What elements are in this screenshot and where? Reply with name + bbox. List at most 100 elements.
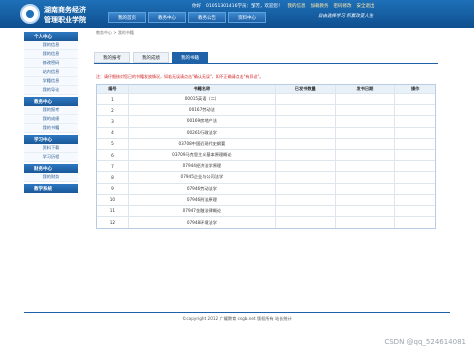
change-password-link[interactable]: 密码修改: [334, 3, 352, 9]
nav-tab-resources[interactable]: 资料中心: [228, 12, 266, 23]
sidebar: 个人中心 我的信息 我的信息 修改密码 站内信息 学籍信息 我的导论 教务中心 …: [24, 32, 78, 195]
row-action-cell[interactable]: [395, 116, 435, 126]
row-action-cell[interactable]: [395, 195, 435, 205]
row-number-cell: 8: [97, 172, 129, 183]
row-number-cell: 1: [97, 94, 129, 105]
issue-date-cell: [336, 194, 396, 205]
tab-my-books[interactable]: 我的书籍: [172, 52, 208, 63]
table-body: 1 00015英语（二） 2 00167劳动法 3 00169房地产法 4 00261行政法学…: [97, 94, 435, 229]
logo-line-1: 湖南商务经济: [44, 5, 86, 14]
table-row: 8 07945企业与公司法学: [97, 172, 435, 184]
sidebar-section-personal: 个人中心 我的信息 我的信息 修改密码 站内信息 学籍信息 我的导论: [24, 32, 78, 95]
row-number-cell: 12: [97, 217, 129, 229]
nav-tab-announcements[interactable]: 教务公告: [188, 12, 226, 23]
book-name-cell: 07946刑法原理: [129, 194, 276, 205]
sidebar-head-teaching[interactable]: 教学系统: [24, 184, 78, 193]
sidebar-item-messages[interactable]: 站内信息: [24, 68, 78, 77]
sidebar-item-change-password[interactable]: 修改密码: [24, 59, 78, 68]
tab-my-grades[interactable]: 我的成绩: [133, 52, 169, 63]
sidebar-section-learning: 学习中心 资料下载 学习历程: [24, 135, 78, 162]
issue-date-cell: [336, 149, 396, 161]
row-number-cell: 11: [97, 205, 129, 217]
row-number-cell: 5: [97, 138, 129, 149]
row-action-cell[interactable]: [395, 184, 435, 194]
row-action-cell[interactable]: [395, 161, 435, 171]
sidebar-item-my-books[interactable]: 我的书籍: [24, 124, 78, 133]
table-row: 1 00015英语（二）: [97, 94, 435, 106]
book-name-cell: 03709马克思主义基本原理概论: [129, 149, 276, 161]
row-action-cell[interactable]: [395, 128, 435, 138]
my-info-link[interactable]: 我的信息: [288, 3, 306, 9]
user-bar: 你好 01051301416学员：邹芳，欢迎您！ 我的信息 加载教务 密码修改 …: [192, 1, 474, 10]
sidebar-item-intro[interactable]: 我的导论: [24, 86, 78, 95]
sidebar-head-learning[interactable]: 学习中心: [24, 135, 78, 144]
logout-link[interactable]: 安全退出: [357, 3, 375, 9]
book-name-cell: 07944经济法学原理: [129, 161, 276, 172]
main-nav: 我的首页 教务中心 教务公告 资料中心: [108, 12, 266, 23]
issued-qty-cell: [276, 127, 336, 138]
sidebar-item-my-info[interactable]: 我的信息: [24, 41, 78, 50]
row-action-cell[interactable]: [395, 150, 435, 160]
table-row: 12 07948环境法学: [97, 217, 435, 229]
issued-qty-cell: [276, 105, 336, 116]
row-action-cell[interactable]: [395, 172, 435, 182]
notice-text: 注：请仔细核对您已的书籍发放情况，如若无误请点击"确认无误"，如不正确请点击"有…: [96, 74, 264, 79]
user-label: 你好: [192, 3, 201, 9]
user-greeting: 01051301416学员：邹芳，欢迎您！: [206, 3, 283, 9]
top-header: 湖南商务经济 管理职业学院 你好 01051301416学员：邹芳，欢迎您！ 我…: [0, 0, 474, 28]
tab-my-exams[interactable]: 我的报考: [94, 52, 130, 63]
col-header-action: 操作: [410, 86, 420, 91]
issued-qty-cell: [276, 217, 336, 229]
table-row: 11 07947金融法律概论: [97, 205, 435, 218]
issue-date-cell: [336, 127, 396, 138]
row-number-cell: 4: [97, 127, 129, 138]
row-number-cell: 6: [97, 149, 129, 161]
issue-date-cell: [336, 94, 396, 105]
nav-tab-academic[interactable]: 教务中心: [148, 12, 186, 23]
sidebar-head-personal[interactable]: 个人中心: [24, 32, 78, 41]
sidebar-section-teaching: 教学系统: [24, 184, 78, 193]
issue-date-cell: [336, 205, 396, 217]
row-number-cell: 2: [97, 105, 129, 116]
book-name-cell: 07946劳动法学: [129, 183, 276, 194]
row-action-cell[interactable]: [395, 94, 435, 104]
csdn-watermark: CSDN @qq_524614081: [384, 338, 466, 346]
issue-date-cell: [336, 172, 396, 183]
table-row: 3 00169房地产法: [97, 116, 435, 128]
sidebar-head-finance[interactable]: 财务中心: [24, 164, 78, 173]
col-header-book-name: 书籍名称: [129, 85, 276, 93]
issued-qty-cell: [276, 194, 336, 205]
breadcrumb: 教务中心 > 我的书籍: [96, 30, 134, 35]
sidebar-item-downloads[interactable]: 资料下载: [24, 144, 78, 153]
row-action-cell[interactable]: [395, 217, 435, 228]
table-row: 5 03708中国近现代史纲要: [97, 138, 435, 150]
issue-date-cell: [336, 116, 396, 127]
logo-line-2: 管理职业学院: [44, 15, 86, 24]
row-action-cell[interactable]: [395, 105, 435, 115]
sidebar-head-academic[interactable]: 教务中心: [24, 97, 78, 106]
school-logo[interactable]: 湖南商务经济 管理职业学院: [20, 3, 110, 25]
nav-tab-home[interactable]: 我的首页: [108, 12, 146, 23]
table-row: 4 00261行政法学: [97, 127, 435, 139]
sidebar-item-my-info-2[interactable]: 我的信息: [24, 50, 78, 59]
sidebar-item-my-exams[interactable]: 我的报考: [24, 106, 78, 115]
footer: ©copyright 2012 广耀教育 csgb.net 版权所有 站长统计 …: [0, 312, 474, 350]
sidebar-item-enrollment[interactable]: 学籍信息: [24, 77, 78, 86]
book-name-cell: 03708中国近现代史纲要: [129, 138, 276, 149]
sidebar-item-my-grades[interactable]: 我的成绩: [24, 115, 78, 124]
sidebar-item-learning-history[interactable]: 学习历程: [24, 153, 78, 162]
col-header-issue-date: 发书日期: [336, 85, 396, 93]
row-action-cell[interactable]: [395, 206, 435, 216]
col-header-number: 编号: [97, 85, 129, 93]
issue-date-cell: [336, 161, 396, 172]
sidebar-item-my-finance[interactable]: 我的财务: [24, 173, 78, 182]
load-academic-link[interactable]: 加载教务: [311, 3, 329, 9]
school-emblem-icon: [20, 4, 40, 24]
slogan: 自由选择学习 积累改变人生: [318, 14, 374, 19]
issued-qty-cell: [276, 149, 336, 161]
book-name-cell: 07947金融法律概论: [129, 205, 276, 217]
tab-underline: [94, 63, 438, 64]
issued-qty-cell: [276, 183, 336, 194]
row-action-cell[interactable]: [395, 139, 435, 149]
table-row: 7 07944经济法学原理: [97, 161, 435, 173]
